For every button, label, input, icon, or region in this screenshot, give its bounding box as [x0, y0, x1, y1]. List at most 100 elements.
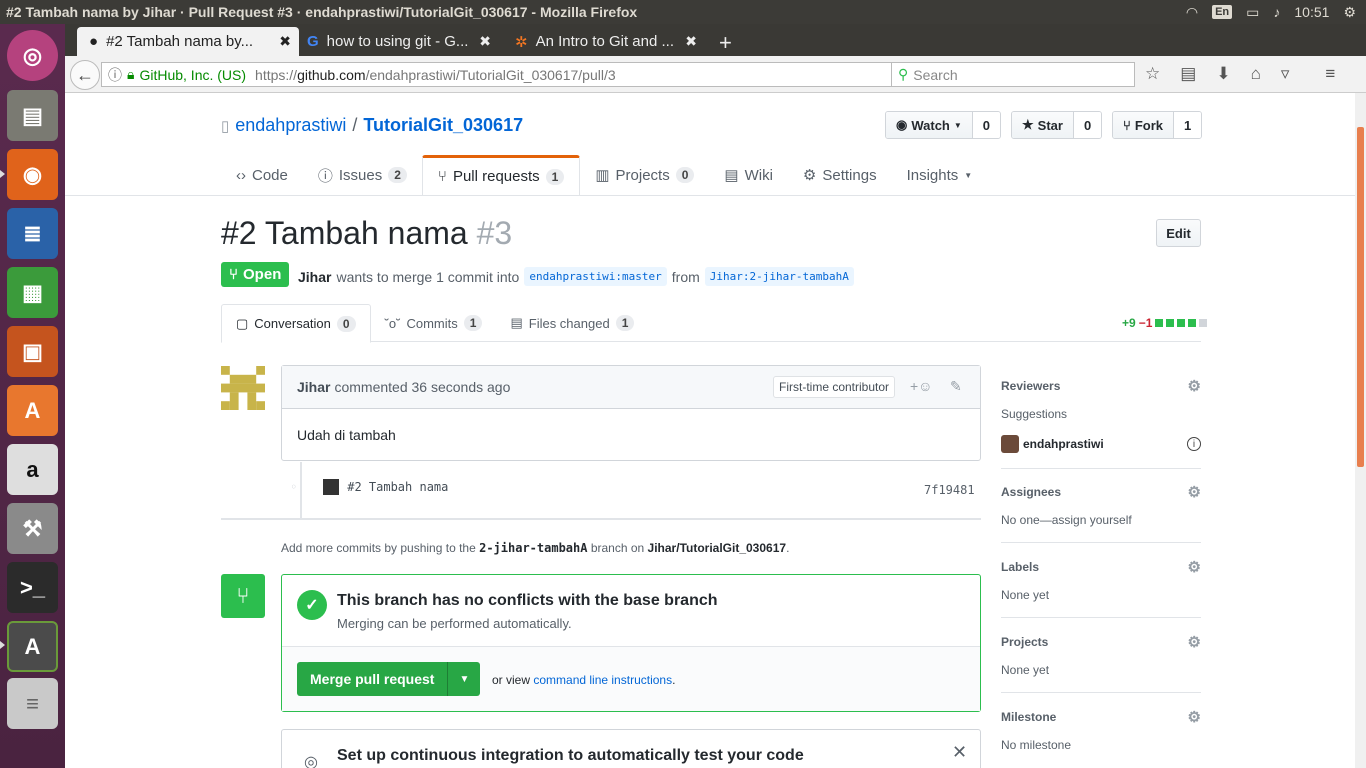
repo-name-link[interactable]: TutorialGit_030617	[363, 115, 523, 136]
writer-icon[interactable]: ≣	[7, 208, 58, 259]
comment-timestamp[interactable]: commented 36 seconds ago	[334, 379, 510, 395]
diffstat[interactable]: +9 −1	[1122, 316, 1208, 330]
fork-label: Fork	[1134, 117, 1163, 133]
tab-pull-requests[interactable]: ⑂ Pull requests 1	[421, 155, 581, 195]
author-link[interactable]: Jihar	[298, 269, 331, 285]
close-icon[interactable]: ✕	[952, 742, 967, 763]
software-center-icon[interactable]: A	[7, 385, 58, 436]
command-line-instructions-link[interactable]: command line instructions	[533, 673, 672, 687]
workspaces-icon[interactable]: ≡	[7, 678, 58, 729]
search-box[interactable]: ⚲ Search	[891, 62, 1135, 87]
commit-message[interactable]: #2 Tambah nama	[347, 480, 448, 494]
info-icon[interactable]: i	[1187, 437, 1201, 451]
comment-author[interactable]: Jihar	[297, 379, 330, 395]
gear-icon[interactable]: ⚙	[1188, 483, 1201, 501]
download-icon[interactable]: ⬇	[1216, 64, 1230, 84]
ubuntu-dash-icon[interactable]: ◎	[7, 30, 58, 81]
avatar[interactable]	[221, 366, 265, 410]
watch-button[interactable]: ◉ Watch ▼	[886, 112, 973, 138]
close-tab-icon[interactable]: ✖	[479, 33, 491, 50]
window-title: #2 Tambah nama by Jihar · Pull Request #…	[6, 4, 638, 20]
page-title: #2 Tambah nama #3	[221, 215, 512, 252]
status-badge: ⑂ Open	[221, 262, 290, 287]
commit-avatar[interactable]	[323, 479, 340, 495]
meta-text: wants to merge 1 commit into	[336, 268, 520, 285]
reading-list-icon[interactable]: ▤	[1180, 64, 1196, 84]
battery-icon[interactable]: ▭	[1246, 4, 1259, 21]
tab-commits[interactable]: ˘o˘ Commits 1	[371, 304, 497, 342]
terminal-icon[interactable]: >_	[7, 562, 58, 613]
tab-settings[interactable]: ⚙ Settings	[788, 155, 892, 195]
calc-icon[interactable]: ▦	[7, 267, 58, 318]
tab-projects[interactable]: ▥ Projects 0	[580, 155, 709, 195]
check-icon: ✓	[297, 590, 327, 620]
tab-files-changed[interactable]: ▤ Files changed 1	[496, 304, 648, 342]
firefox-icon[interactable]: ◉	[7, 149, 58, 200]
tab-insights[interactable]: Insights ▼	[892, 155, 988, 195]
base-branch[interactable]: endahprastiwi:master	[524, 267, 667, 286]
power-gear-icon[interactable]: ⚙	[1343, 4, 1356, 21]
system-tray[interactable]: ◠ En ▭ ♪ 10:51 ⚙	[1186, 0, 1366, 24]
merge-pull-request-button[interactable]: Merge pull request	[297, 662, 447, 696]
site-identity[interactable]: GitHub, Inc. (US)	[139, 67, 246, 83]
add-reaction-icon[interactable]: +☺	[910, 378, 932, 394]
bookmark-star-icon[interactable]: ☆	[1145, 64, 1160, 84]
commit-sha[interactable]: 7f19481	[924, 483, 975, 497]
star-count[interactable]: 0	[1073, 112, 1102, 138]
diff-block	[1166, 319, 1175, 327]
fork-button[interactable]: ⑂ Fork	[1113, 112, 1174, 138]
tab-hubspot[interactable]: ✲ An Intro to Git and ... ✖	[503, 27, 705, 56]
repo-icon: ▯	[221, 117, 230, 135]
code-icon: ‹›	[236, 166, 246, 184]
watch-count[interactable]: 0	[972, 112, 1001, 138]
tab-label: Conversation	[254, 316, 331, 331]
system-settings-icon[interactable]: ⚒	[7, 503, 58, 554]
tab-issues[interactable]: ⓘ Issues 2	[303, 155, 422, 195]
new-tab-button[interactable]: +	[719, 30, 732, 56]
gear-icon[interactable]: ⚙	[1188, 377, 1201, 395]
amazon-icon[interactable]: a	[7, 444, 58, 495]
fork-count[interactable]: 1	[1173, 112, 1202, 138]
tab-code[interactable]: ‹› Code	[221, 155, 303, 195]
tab-wiki[interactable]: ▤ Wiki	[709, 155, 788, 195]
wifi-icon[interactable]: ◠	[1186, 4, 1198, 21]
star-group: ★ Star 0	[1011, 111, 1103, 139]
gear-icon[interactable]: ⚙	[1188, 558, 1201, 576]
url-bar[interactable]: ⓘ 🔒︎ GitHub, Inc. (US) https://github.co…	[101, 62, 913, 87]
home-icon[interactable]: ⌂	[1251, 64, 1261, 84]
clock[interactable]: 10:51	[1294, 4, 1329, 20]
repo-owner-link[interactable]: endahprastiwi	[235, 115, 346, 136]
scrollbar-thumb[interactable]	[1357, 127, 1364, 467]
info-icon[interactable]: ⓘ	[108, 65, 122, 85]
tab-conversation[interactable]: ▢ Conversation 0	[221, 304, 371, 343]
pr-tabs: ▢ Conversation 0 ˘o˘ Commits 1 ▤ Files change…	[221, 304, 1201, 343]
gear-icon[interactable]: ⚙	[1188, 708, 1201, 726]
close-tab-icon[interactable]: ✖	[279, 33, 291, 50]
head-branch[interactable]: Jihar:2-jihar-tambahA	[704, 267, 854, 286]
merge-options-dropdown[interactable]: ▼	[447, 662, 480, 696]
edit-button[interactable]: Edit	[1156, 219, 1201, 247]
hint-text: branch on	[590, 541, 645, 555]
gear-icon[interactable]: ⚙	[1188, 633, 1201, 651]
menu-icon[interactable]: ≡	[1325, 64, 1335, 84]
star-button[interactable]: ★ Star	[1012, 112, 1074, 138]
reviewer-suggestion[interactable]: endahprastiwi i	[1001, 435, 1201, 453]
files-icon[interactable]: ▤	[7, 90, 58, 141]
back-button[interactable]: ←	[70, 60, 100, 90]
updater-icon[interactable]: A	[7, 621, 58, 672]
assign-yourself-link[interactable]: No one—assign yourself	[1001, 513, 1201, 527]
pencil-icon[interactable]: ✎	[950, 378, 962, 395]
reviewer-name: endahprastiwi	[1023, 437, 1104, 451]
tab-google[interactable]: G how to using git - G... ✖	[295, 27, 499, 56]
tab-github-pr[interactable]: ● #2 Tambah nama by... ✖	[77, 27, 299, 56]
pocket-icon[interactable]: ▿	[1281, 64, 1290, 84]
suggestions-label: Suggestions	[1001, 407, 1068, 421]
volume-icon[interactable]: ♪	[1273, 4, 1280, 20]
impress-icon[interactable]: ▣	[7, 326, 58, 377]
keyboard-layout[interactable]: En	[1212, 5, 1233, 19]
page-content: ▯ endahprastiwi / TutorialGit_030617 ◉ Wa…	[65, 93, 1355, 768]
counter: 0	[675, 167, 695, 183]
page-scrollbar[interactable]	[1355, 93, 1366, 768]
close-tab-icon[interactable]: ✖	[685, 33, 697, 50]
sidebar-label: Reviewers	[1001, 379, 1061, 393]
